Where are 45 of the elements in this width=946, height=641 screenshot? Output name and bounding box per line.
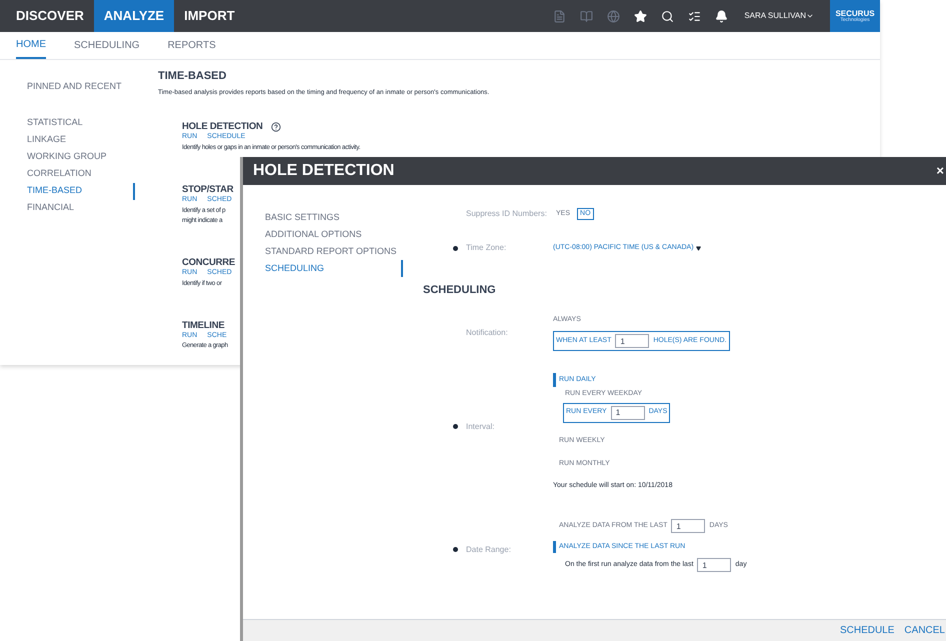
sidebar-item[interactable]: FINANCIAL — [27, 200, 135, 216]
report-title: HOLE DETECTION — [182, 121, 263, 133]
report-title: CONCURRE — [182, 256, 235, 269]
search-icon[interactable] — [661, 10, 674, 22]
field-label: Date Range: — [466, 544, 511, 556]
field-label: Notification: — [466, 326, 508, 339]
sub-tab[interactable]: REPORTS — [168, 32, 216, 59]
caret-icon — [696, 246, 701, 250]
dialog-title: HOLE DETECTION — [253, 161, 394, 181]
nav-tab[interactable]: DISCOVER — [6, 0, 94, 32]
bell-icon[interactable] — [715, 10, 728, 22]
field-label: Time Zone: — [466, 242, 506, 254]
sidebar-item[interactable]: CORRELATION — [27, 166, 135, 182]
sidebar-item[interactable]: WORKING GROUP — [27, 148, 135, 166]
footer-button[interactable]: SCHEDULE — [840, 623, 894, 638]
sidebar-item[interactable]: STATISTICAL — [27, 114, 135, 132]
checklist-icon[interactable] — [688, 10, 702, 22]
dialog-nav-item[interactable]: ADDITIONAL OPTIONS — [265, 226, 403, 243]
sidebar-item[interactable]: LINKAGE — [27, 132, 135, 148]
logo-name: SECURUS — [835, 10, 875, 18]
report-title: TIMELINE — [182, 320, 224, 332]
number-field[interactable]: 1 — [610, 406, 645, 420]
section-title: TIME-BASED — [158, 69, 228, 84]
nav-tab[interactable]: IMPORT — [174, 0, 245, 32]
sub-tab[interactable]: HOME — [16, 32, 46, 59]
number-field[interactable]: 1 — [671, 519, 706, 533]
nav-tab[interactable]: ANALYZE — [94, 0, 174, 32]
field-label: Suppress ID Numbers: — [466, 208, 547, 220]
number-field[interactable]: 1 — [697, 558, 732, 572]
dialog-nav-item[interactable]: SCHEDULING — [265, 260, 403, 277]
caret-icon — [806, 12, 814, 20]
number-field[interactable]: 1 — [615, 334, 650, 348]
help-icon[interactable] — [270, 122, 281, 132]
sub-tab[interactable]: SCHEDULING — [74, 32, 140, 59]
dialog-nav-item[interactable]: STANDARD REPORT OPTIONS — [265, 243, 403, 260]
section-heading: SCHEDULING — [423, 283, 497, 298]
star-icon[interactable] — [634, 10, 648, 22]
dialog-nav-item[interactable]: BASIC SETTINGS — [265, 209, 403, 226]
sidebar-item[interactable]: TIME-BASED — [27, 182, 135, 200]
close-button[interactable]: × — [936, 161, 944, 181]
report-title: STOP/STAR — [182, 184, 234, 196]
field-label: Interval: — [466, 420, 494, 433]
user-menu[interactable]: SARA SULLIVAN — [744, 0, 830, 32]
footer-button[interactable]: CANCEL — [904, 623, 945, 638]
pinned-link[interactable]: PINNED AND RECENT — [27, 80, 158, 94]
